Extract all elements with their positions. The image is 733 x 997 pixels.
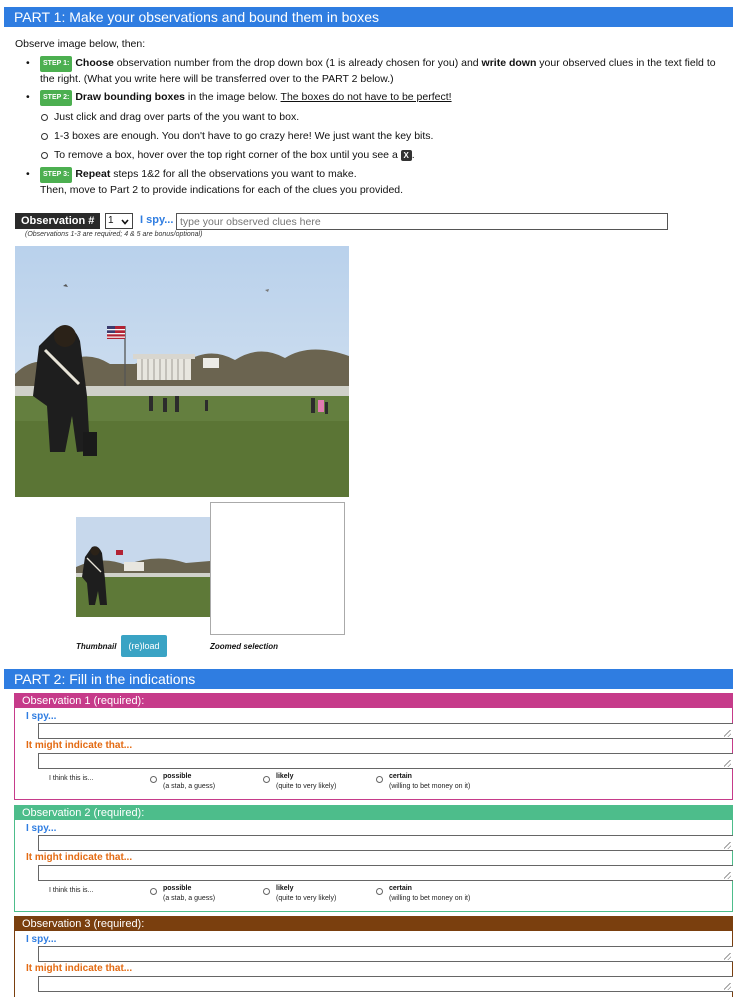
card1-radio-certain[interactable] [376,776,383,783]
observation-note: (Observations 1-3 are required; 4 & 5 ar… [25,231,203,238]
step1-bold-write: write down [481,57,537,69]
card2-radio-possible[interactable] [150,888,157,895]
step1-text-a: observation number from the drop down bo… [113,57,482,69]
card2-opt-certain-sub: (willing to bet money on it) [389,895,471,902]
card1-ispy-field[interactable] [38,723,733,739]
observation-number-label: Observation # [15,213,101,229]
step2-sub-3-text: To remove a box, hover over the top righ… [54,149,398,161]
card2-radio-likely[interactable] [263,888,270,895]
card1-ispy-label: I spy... [26,711,57,722]
step2-sub-1: Just click and drag over parts of the yo… [26,110,731,124]
card1-opt-certain-sub: (willing to bet money on it) [389,783,471,790]
card2-indicate-label: It might indicate that... [26,852,133,863]
step1-badge: STEP 1: [40,56,73,72]
zoomed-selection-label: Zoomed selection [210,642,279,651]
card1-indicate-field[interactable] [38,753,733,769]
step2-sub-3: To remove a box, hover over the top righ… [26,148,731,162]
part1-title: PART 1: Make your observations and bound… [14,9,379,25]
resize-grip-icon[interactable] [724,730,731,737]
resize-grip-icon[interactable] [724,842,731,849]
observation-card-3: Observation 3 (required): I spy... It mi… [14,916,733,997]
card1-opt-possible-sub: (a stab, a guess) [163,783,216,790]
step2-sub-2: 1-3 boxes are enough. You don't have to … [26,129,731,143]
part2-header: PART 2: Fill in the indications [4,669,733,689]
step2-text: in the image below. [185,91,281,103]
card1-opt-possible: possible [163,773,192,780]
zoomed-selection-box [210,502,345,635]
card2-indicate-field[interactable] [38,865,733,881]
card2-opt-likely-sub: (quite to very likely) [276,895,337,902]
observation-card-1-title: Observation 1 (required): [15,694,732,708]
observation-card-2: Observation 2 (required): I spy... It mi… [14,805,733,912]
step1-bold-choose: Choose [75,57,114,69]
observation-card-2-title: Observation 2 (required): [15,806,732,820]
observed-clues-input[interactable] [176,213,668,230]
instructions-list: STEP 1:Choose observation number from th… [26,56,731,199]
thumbnail-label: Thumbnail [76,642,117,651]
card3-indicate-field[interactable] [38,976,733,992]
card2-ispy-field[interactable] [38,835,733,851]
card2-opt-likely: likely [276,885,294,892]
card2-think-label: I think this is... [49,887,94,894]
step3-line2: Then, move to Part 2 to provide indicati… [40,184,404,196]
resize-grip-icon[interactable] [724,872,731,879]
card1-radio-likely[interactable] [263,776,270,783]
card1-radio-possible[interactable] [150,776,157,783]
step1-item: STEP 1:Choose observation number from th… [26,56,731,86]
step3-item: STEP 3:Repeat steps 1&2 for all the obse… [26,167,731,197]
observation-selected-value: 1 [108,215,114,226]
card2-opt-certain: certain [389,885,412,892]
resize-grip-icon[interactable] [724,983,731,990]
reload-button[interactable]: (re)load [121,635,167,657]
step3-bold: Repeat [75,168,111,180]
ispy-label-top: I spy... [140,214,174,226]
card2-opt-possible-sub: (a stab, a guess) [163,895,216,902]
card1-opt-certain: certain [389,773,412,780]
observation-image[interactable] [15,246,349,497]
remove-x-icon: X [400,150,412,161]
card3-ispy-label: I spy... [26,934,57,945]
resize-grip-icon[interactable] [724,760,731,767]
step3-badge: STEP 3: [40,167,73,183]
resize-grip-icon[interactable] [724,953,731,960]
thumbnail-image [76,517,210,617]
mall-scene-image [15,246,349,497]
observation-number-select[interactable]: 1 [105,213,133,229]
card3-indicate-label: It might indicate that... [26,963,133,974]
intro-text: Observe image below, then: [15,38,146,50]
observation-card-3-title: Observation 3 (required): [15,917,732,931]
step2-underline: The boxes do not have to be perfect! [280,91,452,103]
card1-think-label: I think this is... [49,775,94,782]
card3-ispy-field[interactable] [38,946,733,962]
card2-opt-possible: possible [163,885,192,892]
step2-bold: Draw bounding boxes [75,91,185,103]
card1-opt-likely-sub: (quite to very likely) [276,783,337,790]
chevron-down-icon [121,219,129,225]
part2-title: PART 2: Fill in the indications [14,671,196,687]
card1-opt-likely: likely [276,773,294,780]
card2-ispy-label: I spy... [26,823,57,834]
step2-item: STEP 2:Draw bounding boxes in the image … [26,90,731,106]
thumbnail-scene [76,517,210,617]
part1-header: PART 1: Make your observations and bound… [4,7,733,27]
card2-radio-certain[interactable] [376,888,383,895]
step3-text: steps 1&2 for all the observations you w… [110,168,357,180]
card1-indicate-label: It might indicate that... [26,740,133,751]
observation-card-1: Observation 1 (required): I spy... It mi… [14,693,733,800]
step2-badge: STEP 2: [40,90,73,106]
